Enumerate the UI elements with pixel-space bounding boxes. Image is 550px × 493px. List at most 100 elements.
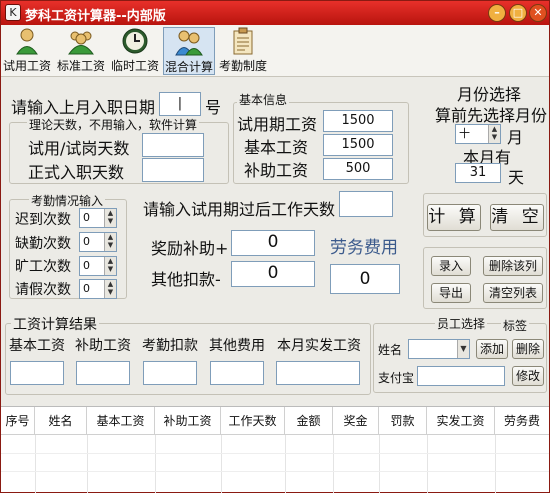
result-col-label: 其他费用 [209,338,265,354]
trial-days-label: 试用/试岗天数 [28,139,130,158]
minimize-button[interactable]: – [488,4,506,22]
truancy-count-spinner[interactable]: 0 ▲ ▼ [79,256,117,276]
column-divider [155,435,156,493]
absence-count-spinner[interactable]: 0 ▲ ▼ [79,232,117,252]
result-other-fees-field [210,361,264,385]
table-header-cell[interactable]: 实发工资 [427,407,495,435]
group-people-icon [68,31,94,55]
column-divider [221,435,222,493]
theory-days-title: 理论天数，不用输入，软件计算 [27,116,200,133]
month-select[interactable]: 十 ▲ ▼ [455,124,501,144]
basic-info-title: 基本信息 [237,91,290,108]
late-count-spinner[interactable]: 0 ▲ ▼ [79,208,117,228]
employee-name-label: 姓名 [378,343,403,357]
delete-row-button[interactable]: 删除该列 [483,256,543,276]
labor-fee-input[interactable]: 0 [330,264,400,294]
toolbar-mixed-calc[interactable]: 混合计算 [163,27,215,75]
app-window: K 梦科工资计算器--内部版 – □ ✕ 试用工资 标准工资 临时工资 混合计算… [0,0,550,493]
toolbar-attendance-rules[interactable]: 考勤制度 [218,27,268,75]
trial-wage-label: 试用期工资 [237,115,318,134]
window-title: 梦科工资计算器--内部版 [25,9,166,24]
dropdown-arrow-icon[interactable]: ▲ ▼ [488,125,500,143]
toolbar-standard-wage[interactable]: 标准工资 [56,27,106,75]
spinner-arrows-icon[interactable]: ▲ ▼ [104,257,116,275]
result-col-label: 基本工资 [9,338,65,354]
clear-list-button[interactable]: 清空列表 [483,283,543,303]
people-pair-icon [175,30,203,56]
calculate-button[interactable]: 计 算 [427,204,481,231]
records-table[interactable]: 序号 姓名 基本工资 补助工资 工作天数 金额 奖金 罚款 实发工资 劳务费 [1,406,549,493]
alipay-input[interactable] [417,366,505,386]
dropdown-arrow-icon[interactable]: ▼ [457,340,469,358]
column-divider [87,435,88,493]
deduct-input[interactable]: 0 [231,261,315,287]
base-wage-input[interactable]: 1500 [323,134,393,156]
table-header-cell[interactable]: 金额 [285,407,333,435]
clock-icon [122,28,148,54]
table-header: 序号 姓名 基本工资 补助工资 工作天数 金额 奖金 罚款 实发工资 劳务费 [1,407,549,435]
table-header-cell[interactable]: 罚款 [379,407,427,435]
post-trial-days-input[interactable] [339,191,393,217]
deduct-label: 其他扣款- [151,270,221,289]
row-divider [1,453,549,454]
result-col-label: 补助工资 [75,338,131,354]
toolbar-trial-wage[interactable]: 试用工资 [3,27,51,75]
clear-button[interactable]: 清 空 [490,204,544,231]
result-subsidy-field [76,361,130,385]
absence-count-label: 缺勤次数 [15,236,71,252]
subsidy-input[interactable]: 500 [323,158,393,180]
result-title: 工资计算结果 [11,314,99,334]
table-header-cell[interactable]: 工作天数 [221,407,285,435]
table-header-cell[interactable]: 劳务费 [495,407,549,435]
enter-record-button[interactable]: 录入 [431,256,471,276]
row-divider [1,471,549,472]
close-button[interactable]: ✕ [529,4,547,22]
table-header-cell[interactable]: 奖金 [333,407,379,435]
result-col-label: 考勤扣款 [142,338,198,354]
clipboard-icon [233,27,253,55]
leave-count-spinner[interactable]: 0 ▲ ▼ [79,279,117,299]
post-trial-label: 请输入试用期过后工作天数 [143,200,336,219]
month-value: 十 [459,127,470,140]
leave-count-value: 0 [83,282,90,295]
add-employee-button[interactable]: 添加 [476,339,508,359]
bonus-input[interactable]: 0 [231,230,315,256]
title-bar[interactable]: K 梦科工资计算器--内部版 – □ ✕ [1,1,549,25]
column-divider [495,435,496,493]
truancy-count-label: 旷工次数 [15,259,71,275]
entry-day-unit: 号 [205,98,222,117]
edit-employee-button[interactable]: 修改 [512,366,544,386]
maximize-button[interactable]: □ [509,4,527,22]
month-days-unit: 天 [508,168,525,187]
column-divider [285,435,286,493]
result-col-label: 本月实发工资 [277,338,361,354]
table-header-cell[interactable]: 序号 [1,407,35,435]
formal-days-field [142,158,204,182]
delete-employee-button[interactable]: 删除 [512,339,544,359]
formal-days-label: 正式入职天数 [28,163,125,182]
table-header-cell[interactable]: 补助工资 [155,407,221,435]
subsidy-label: 补助工资 [244,161,309,180]
late-count-value: 0 [83,211,90,224]
spinner-arrows-icon[interactable]: ▲ ▼ [104,280,116,298]
result-base-wage-field [10,361,64,385]
entry-day-input[interactable]: | [159,92,201,116]
table-header-cell[interactable]: 基本工资 [87,407,155,435]
attendance-title: 考勤情况输入 [29,192,106,209]
table-header-cell[interactable]: 姓名 [35,407,87,435]
toolbar-label: 考勤制度 [218,59,267,73]
app-logo-icon: K [5,4,21,21]
spinner-arrows-icon[interactable]: ▲ ▼ [104,233,116,251]
column-divider [379,435,380,493]
employee-name-select[interactable]: ▼ [408,339,470,359]
single-person-icon [16,28,38,55]
toolbar-label: 混合计算 [164,60,213,74]
toolbar-label: 临时工资 [110,59,159,73]
toolbar-temp-wage[interactable]: 临时工资 [110,27,160,75]
export-button[interactable]: 导出 [431,283,471,303]
spinner-arrows-icon[interactable]: ▲ ▼ [104,209,116,227]
column-divider [35,435,36,493]
employee-title: 员工选择 [435,315,488,332]
entry-date-label: 请输入上月入职日期 [11,98,156,117]
trial-wage-input[interactable]: 1500 [323,110,393,132]
